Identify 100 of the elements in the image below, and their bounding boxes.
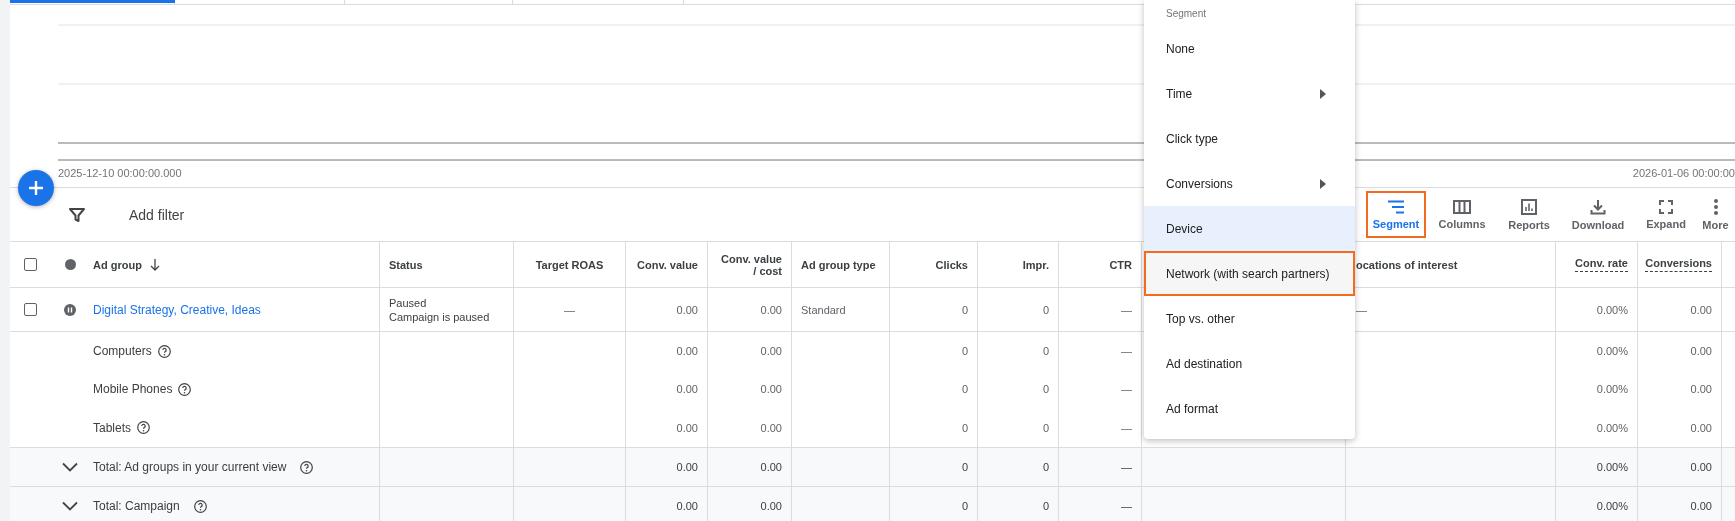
- download-icon: [1590, 198, 1606, 215]
- table-cell: 0.00: [1690, 421, 1712, 434]
- menu-title: Segment: [1165, 8, 1208, 21]
- table-cell: 0.00: [676, 461, 698, 473]
- more-icon: [1712, 198, 1719, 215]
- table-cell: 0.00: [676, 303, 698, 316]
- toolbar-button[interactable]: Download: [1560, 191, 1636, 238]
- column-header[interactable]: Conv. value: [637, 258, 698, 271]
- menu-item[interactable]: Ad format: [1144, 386, 1355, 431]
- table-cell: 0.00: [676, 345, 698, 357]
- chevron-down-icon[interactable]: [62, 462, 78, 472]
- table-cell: 0.00: [760, 500, 782, 512]
- toolbar-button[interactable]: More: [1696, 191, 1735, 238]
- table-cell: —: [1121, 421, 1132, 434]
- bar-chart-icon: [1521, 198, 1537, 215]
- table-cell: 0.00: [760, 421, 782, 434]
- column-header[interactable]: Conversions: [1645, 257, 1712, 272]
- column-header[interactable]: Target ROAS: [535, 258, 604, 271]
- row-label: Mobile Phones: [93, 382, 173, 396]
- table-cell: 0.00%: [1596, 345, 1628, 357]
- table-cell: 0: [1042, 303, 1049, 316]
- column-header[interactable]: Status: [389, 258, 423, 271]
- help-icon[interactable]: [300, 460, 314, 474]
- help-icon[interactable]: [137, 421, 151, 434]
- table-cell: —: [1121, 500, 1132, 512]
- toolbar-button[interactable]: Reports: [1498, 191, 1560, 238]
- plus-icon: [28, 180, 44, 196]
- add-fab-button[interactable]: [18, 170, 54, 206]
- table-cell: 0.00%: [1596, 383, 1628, 395]
- status-detail-text: Campaign is paused: [389, 309, 490, 324]
- table-cell: 0: [1042, 461, 1049, 473]
- table-cell: 0: [1042, 500, 1049, 512]
- table-cell: 0.00%: [1596, 461, 1628, 473]
- table-cell: 0.00: [1690, 383, 1712, 395]
- table-cell: —: [1356, 303, 1367, 316]
- column-header[interactable]: ocations of interest: [1356, 258, 1458, 271]
- menu-item[interactable]: Time: [1144, 71, 1355, 116]
- menu-item[interactable]: Top vs. other: [1144, 296, 1355, 341]
- table-cell: —: [564, 303, 575, 316]
- add-filter-button[interactable]: Add filter: [125, 202, 189, 227]
- table-cell: 0: [961, 500, 968, 512]
- column-header[interactable]: CTR: [1109, 258, 1132, 271]
- toolbar-button[interactable]: Columns: [1426, 191, 1498, 238]
- table-cell: —: [1121, 461, 1132, 473]
- filter-icon[interactable]: [69, 206, 85, 223]
- axis-date-label: 2025-12-10 00:00:00.000: [58, 167, 182, 179]
- table-cell: 0: [961, 303, 968, 316]
- menu-item[interactable]: Ad destination: [1144, 341, 1355, 386]
- column-header[interactable]: Impr.: [1022, 258, 1049, 271]
- table-cell: 0: [1042, 383, 1049, 395]
- select-all-checkbox[interactable]: [23, 258, 37, 271]
- table-cell: 0: [961, 383, 968, 395]
- table-cell: 0: [961, 345, 968, 357]
- table-cell: —: [1121, 303, 1132, 316]
- menu-item[interactable]: Click type: [1144, 116, 1355, 161]
- help-icon[interactable]: [157, 344, 171, 358]
- status-text: Paused: [389, 295, 428, 310]
- row-checkbox[interactable]: [23, 303, 37, 316]
- table-cell: 0.00%: [1596, 500, 1628, 512]
- help-icon[interactable]: [193, 499, 207, 513]
- column-header[interactable]: Ad group type: [801, 258, 876, 271]
- axis-date-label: 2026-01-06 00:00:00: [1632, 167, 1735, 179]
- column-header[interactable]: Conv. rate: [1575, 257, 1628, 272]
- sort-down-arrow-icon[interactable]: [149, 258, 160, 271]
- segment-icon: [1387, 199, 1405, 214]
- expand-icon: [1659, 199, 1673, 214]
- table-cell: 0.00: [676, 421, 698, 434]
- table-cell: Standard: [801, 303, 846, 316]
- table-cell: 0.00: [760, 383, 782, 395]
- column-header[interactable]: Clicks: [935, 258, 968, 271]
- row-label: Total: Campaign: [93, 499, 180, 513]
- row-label: Computers: [93, 344, 152, 358]
- pause-status-icon: [64, 303, 76, 316]
- table-cell: 0.00: [1690, 461, 1712, 473]
- column-header[interactable]: Ad group: [93, 258, 142, 271]
- table-cell: —: [1121, 383, 1132, 395]
- table-cell: 0.00: [760, 303, 782, 316]
- status-dot-icon: [64, 259, 76, 270]
- table-cell: 0.00: [676, 383, 698, 395]
- toolbar-button[interactable]: Segment: [1366, 191, 1426, 238]
- table-cell: 0: [961, 461, 968, 473]
- menu-item[interactable]: None: [1144, 26, 1355, 71]
- chevron-down-icon[interactable]: [62, 501, 78, 511]
- row-label: Total: Ad groups in your current view: [93, 460, 287, 474]
- toolbar-button[interactable]: Expand: [1636, 191, 1696, 238]
- column-header[interactable]: Conv. value / cost: [717, 252, 782, 277]
- ad-group-link[interactable]: Digital Strategy, Creative, Ideas: [93, 302, 261, 317]
- table-cell: 0.00: [676, 500, 698, 512]
- table-cell: 0: [1042, 421, 1049, 434]
- table-cell: 0.00: [760, 461, 782, 473]
- table-cell: 0.00: [1690, 500, 1712, 512]
- help-icon[interactable]: [178, 382, 192, 396]
- menu-item[interactable]: Conversions: [1144, 161, 1355, 206]
- menu-item[interactable]: Device: [1144, 206, 1355, 251]
- table-cell: —: [1121, 345, 1132, 357]
- submenu-arrow-icon: [1320, 178, 1326, 189]
- table-cell: 0.00%: [1596, 303, 1628, 316]
- table-cell: 0.00%: [1596, 421, 1628, 434]
- table-cell: 0.00: [1690, 303, 1712, 316]
- menu-item[interactable]: Network (with search partners): [1144, 251, 1355, 296]
